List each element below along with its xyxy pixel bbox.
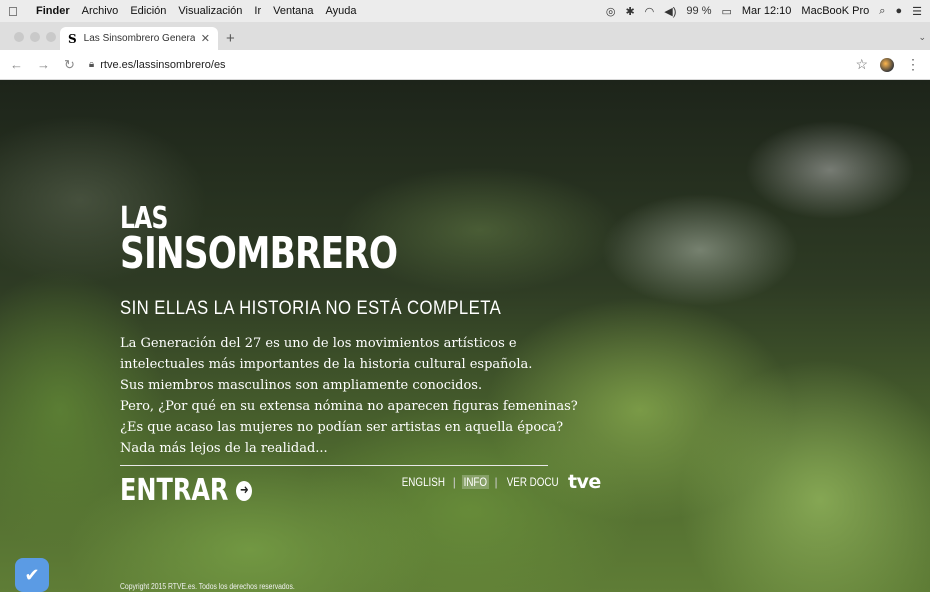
close-tab-icon[interactable]: ✕ — [201, 32, 210, 45]
intro-line: La Generación del 27 es uno de los movim… — [120, 336, 517, 351]
intro-line: ¿Es que acaso las mujeres no podían ser … — [120, 420, 564, 435]
apple-icon[interactable]:  — [8, 4, 22, 19]
screen-record-icon[interactable]: ◎ — [606, 5, 616, 18]
tab-title: Las Sinsombrero Generación d — [83, 33, 195, 44]
clock[interactable]: Mar 12:10 — [742, 5, 792, 17]
back-arrow-icon[interactable]: ← — [10, 57, 23, 72]
maximize-window-button[interactable] — [46, 32, 56, 42]
tab-search-chevron-icon[interactable]: ⌄ — [918, 32, 926, 43]
minimize-window-button[interactable] — [30, 32, 40, 42]
menu-edicion[interactable]: Edición — [130, 5, 166, 17]
wifi-icon[interactable]: ◠ — [645, 5, 655, 18]
tve-logo[interactable]: tve — [568, 471, 601, 493]
tagline: SIN ELLAS LA HISTORIA NO ESTÁ COMPLETA — [120, 298, 502, 319]
menu-ayuda[interactable]: Ayuda — [326, 5, 357, 17]
menu-visualizacion[interactable]: Visualización — [178, 5, 242, 17]
siri-icon[interactable]: ● — [895, 5, 902, 17]
menu-archivo[interactable]: Archivo — [82, 5, 119, 17]
info-link[interactable]: INFO — [461, 475, 489, 489]
status-area: ◎ ✱ ◠ ◀) 99 % ▭ Mar 12:10 MacBooK Pro ⌕ … — [606, 5, 922, 18]
logo-line-2: SINSOMBRERO — [120, 228, 398, 279]
ver-docu-link[interactable]: VER DOCU — [506, 475, 558, 489]
divider — [120, 465, 548, 466]
forward-arrow-icon[interactable]: → — [37, 57, 50, 72]
browser-tab-strip: S Las Sinsombrero Generación d ✕ + ⌄ — [0, 22, 930, 50]
browser-menu-icon[interactable]: ⋮ — [906, 56, 920, 73]
lock-icon[interactable]: 🔒︎ — [89, 59, 94, 70]
menu-bar:  Finder Archivo Edición Visualización I… — [0, 0, 930, 22]
control-center-icon[interactable]: ☰ — [912, 5, 922, 18]
profile-avatar[interactable] — [880, 57, 894, 72]
enter-button[interactable]: ENTRAR ➜ — [120, 473, 253, 508]
copyright-notice: Copyright 2015 RTVE.es. Todos los derech… — [120, 582, 295, 591]
arrow-right-icon: ➜ — [236, 480, 253, 501]
reload-icon[interactable]: ↻ — [64, 57, 75, 73]
battery-percent[interactable]: 99 % — [686, 5, 711, 17]
volume-icon[interactable]: ◀) — [664, 5, 676, 18]
address-bar[interactable]: rtve.es/lassinsombrero/es — [100, 59, 225, 71]
menu-ventana[interactable]: Ventana — [273, 5, 313, 17]
intro-text: La Generación del 27 es uno de los movim… — [120, 333, 580, 459]
page-content: LAS SINSOMBRERO SIN ELLAS LA HISTORIA NO… — [0, 80, 930, 592]
browser-toolbar: ← → ↻ 🔒︎ rtve.es/lassinsombrero/es ☆ ⋮ — [0, 50, 930, 80]
new-tab-button[interactable]: + — [226, 30, 235, 47]
site-logo: LAS SINSOMBRERO — [120, 204, 398, 279]
link-separator: | — [494, 475, 498, 489]
intro-line: Nada más lejos de la realidad... — [120, 441, 328, 456]
battery-icon[interactable]: ▭ — [721, 5, 731, 18]
bookmark-star-icon[interactable]: ☆ — [855, 56, 868, 73]
menu-app-name[interactable]: Finder — [36, 5, 70, 17]
window-controls — [14, 32, 56, 42]
spotlight-search-icon[interactable]: ⌕ — [879, 5, 885, 18]
intro-line: Pero, ¿Por qué en su extensa nómina no a… — [120, 399, 578, 414]
browser-tab[interactable]: S Las Sinsombrero Generación d ✕ — [60, 27, 218, 50]
bluetooth-icon[interactable]: ✱ — [625, 5, 634, 18]
english-link[interactable]: ENGLISH — [402, 475, 445, 489]
close-window-button[interactable] — [14, 32, 24, 42]
intro-line: intelectuales más importantes de la hist… — [120, 357, 533, 372]
computer-name[interactable]: MacBooK Pro — [801, 5, 869, 17]
shield-extension-icon[interactable]: ✔ — [15, 558, 49, 592]
intro-line: Sus miembros masculinos son ampliamente … — [120, 378, 483, 393]
secondary-links: ENGLISH | INFO | VER DOCU tve — [397, 471, 602, 493]
link-separator: | — [452, 475, 456, 489]
site-favicon-icon: S — [68, 31, 77, 46]
enter-label: ENTRAR — [120, 473, 229, 508]
menu-ir[interactable]: Ir — [254, 5, 261, 17]
